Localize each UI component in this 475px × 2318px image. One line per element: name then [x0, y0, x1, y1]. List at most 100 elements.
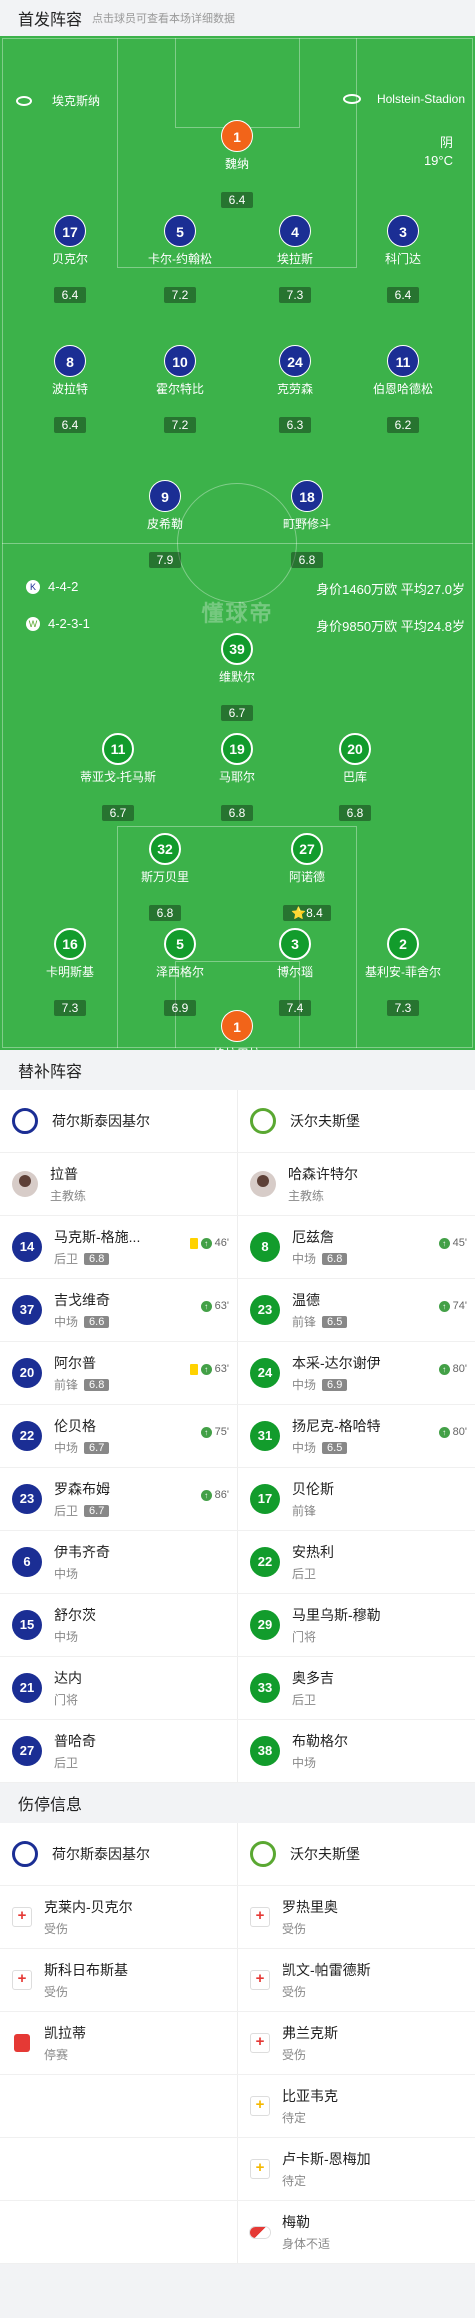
sub-player[interactable]: 23 罗森布姆 后卫 6.7 ↑ 86': [0, 1468, 237, 1530]
player-position: 后卫: [54, 1252, 79, 1266]
player-name: 魏纳: [224, 157, 249, 171]
jersey-number: 4: [279, 215, 311, 247]
player[interactable]: 18 町野修斗 6.8: [252, 480, 362, 569]
sub-player[interactable]: 21 达内 门将: [0, 1657, 237, 1719]
sub-player[interactable]: 17 贝伦斯 前锋: [237, 1468, 475, 1530]
rating-value: 7.3: [394, 1001, 412, 1015]
player-info: 伊韦齐奇 中场: [54, 1542, 110, 1582]
sub-player[interactable]: 22 安热利 后卫: [237, 1531, 475, 1593]
player-rating: 6.3: [278, 417, 312, 433]
player-rating: 7.3: [278, 287, 312, 303]
sub-player[interactable]: 23 温德 前锋 6.5 ↑ 74': [237, 1279, 475, 1341]
rating-value: 6.4: [61, 288, 79, 302]
player[interactable]: 16 卡明斯基 7.3: [15, 928, 125, 1017]
player[interactable]: 32 斯万贝里 6.8: [110, 833, 220, 922]
player-info: 凯文-帕雷德斯 受伤: [282, 1960, 371, 2000]
injured-player[interactable]: 比亚韦克待定: [237, 2075, 475, 2137]
subs-teams-row: 荷尔斯泰因基尔 沃尔夫斯堡: [0, 1090, 475, 1153]
player[interactable]: 17 贝克尔 6.4: [15, 215, 125, 304]
sub-player[interactable]: 14 马克斯-格施... 后卫 6.8 ↑ 46': [0, 1216, 237, 1278]
player-name: 博尔瑙: [276, 965, 313, 979]
player[interactable]: 11 伯恩哈德松 6.2: [348, 345, 458, 434]
player[interactable]: 39 维默尔 6.7: [182, 633, 292, 722]
yellow-card-icon: [189, 1363, 198, 1375]
player[interactable]: 1格拉巴拉7.7: [182, 1010, 292, 1050]
player-name: 吉戈维奇: [54, 1292, 110, 1308]
player-rating: 6.7: [220, 705, 254, 721]
home-formation: K 4-4-2: [26, 579, 78, 594]
player-rating: 6.4: [386, 287, 420, 303]
sub-in: ↑ 80': [438, 1363, 467, 1375]
sub-player[interactable]: 6 伊韦齐奇 中场: [0, 1531, 237, 1593]
player[interactable]: 10 霍尔特比 7.2: [125, 345, 235, 434]
yellow-card-icon: [189, 1237, 198, 1249]
sub-row: 37 吉戈维奇 中场 6.6 ↑ 63' 23 温德 前锋 6.5 ↑ 74': [0, 1279, 475, 1342]
injury-status: 待定: [282, 2174, 307, 2188]
player-name: 贝伦斯: [292, 1481, 334, 1497]
sub-player[interactable]: 31 扬尼克-格哈特 中场 6.5 ↑ 80': [237, 1405, 475, 1467]
jersey-number: 3: [279, 928, 311, 960]
sub-player[interactable]: 22 伦贝格 中场 6.7 ↑ 75': [0, 1405, 237, 1467]
player-position: 前锋: [292, 1504, 317, 1518]
coach-avatar: [12, 1171, 38, 1197]
injured-player[interactable]: 弗兰克斯受伤: [237, 2012, 475, 2074]
sub-player[interactable]: 24 本采-达尔谢伊 中场 6.9 ↑ 80': [237, 1342, 475, 1404]
player-rating: 6.4: [220, 192, 254, 208]
player-meta: 前锋: [292, 1502, 334, 1519]
sub-row: 23 罗森布姆 后卫 6.7 ↑ 86' 17 贝伦斯 前锋: [0, 1468, 475, 1531]
jersey-number: 23: [12, 1484, 42, 1514]
player[interactable]: 1 魏纳 6.4: [182, 120, 292, 209]
sub-player[interactable]: 20 阿尔普 前锋 6.8 ↑ 63': [0, 1342, 237, 1404]
player-name: 基利安-菲舍尔: [365, 965, 441, 979]
player[interactable]: 2 基利安-菲舍尔 7.3: [348, 928, 458, 1017]
injured-player[interactable]: 卢卡斯-恩梅加待定: [237, 2138, 475, 2200]
injured-player[interactable]: 梅勒 身体不适: [237, 2201, 475, 2263]
player-name: 本采-达尔谢伊: [292, 1355, 381, 1371]
injured-player[interactable]: 罗热里奥受伤: [237, 1886, 475, 1948]
injured-player[interactable]: [0, 2201, 237, 2263]
player[interactable]: 11 蒂亚戈-托马斯 6.7: [63, 733, 173, 822]
player[interactable]: 8 波拉特 6.4: [15, 345, 125, 434]
player[interactable]: 5 泽西格尔 6.9: [125, 928, 235, 1017]
player-info: 伦贝格 中场 6.7: [54, 1416, 110, 1456]
injured-player[interactable]: [0, 2138, 237, 2200]
injured-player[interactable]: 凯文-帕雷德斯受伤: [237, 1949, 475, 2011]
player-info: 斯科日布斯基 受伤: [44, 1960, 128, 2000]
rating-value: 7.3: [286, 288, 304, 302]
player-name: 罗森布姆: [54, 1481, 110, 1497]
sub-player[interactable]: 29 马里乌斯-穆勒 门将: [237, 1594, 475, 1656]
player-name: 卡明斯基: [45, 965, 94, 979]
player[interactable]: 24 克劳森 6.3: [240, 345, 350, 434]
player[interactable]: 9 皮希勒 7.9: [110, 480, 220, 569]
player[interactable]: 3 科门达 6.4: [348, 215, 458, 304]
injured-player[interactable]: 凯拉蒂 停赛: [0, 2012, 237, 2074]
injured-player[interactable]: [0, 2075, 237, 2137]
player-name: 斯科日布斯基: [44, 1962, 128, 1978]
player-name: 蒂亚戈-托马斯: [80, 770, 156, 784]
rating-value: 6.8: [228, 806, 246, 820]
player[interactable]: 3 博尔瑙 7.4: [240, 928, 350, 1017]
player[interactable]: 5 卡尔-约翰松 7.2: [125, 215, 235, 304]
player-rating: 6.7: [84, 1504, 110, 1517]
sub-player[interactable]: 8 厄兹詹 中场 6.8 ↑ 45': [237, 1216, 475, 1278]
player[interactable]: 27 阿诺德 ⭐8.4: [252, 833, 362, 922]
injured-player[interactable]: 斯科日布斯基受伤: [0, 1949, 237, 2011]
player-name: 马耶尔: [218, 770, 255, 784]
home-team-name: 荷尔斯泰因基尔: [52, 1846, 150, 1862]
rating-value: 6.4: [61, 418, 79, 432]
sub-player[interactable]: 37 吉戈维奇 中场 6.6 ↑ 63': [0, 1279, 237, 1341]
sub-player[interactable]: 33 奥多吉 后卫: [237, 1657, 475, 1719]
away-team-icon: W: [26, 616, 40, 631]
sub-player[interactable]: 15 舒尔茨 中场: [0, 1594, 237, 1656]
away-coach[interactable]: 哈森许特尔 主教练: [237, 1153, 475, 1215]
sub-player[interactable]: 27 普哈奇 后卫: [0, 1720, 237, 1782]
injured-player[interactable]: 克莱内-贝克尔受伤: [0, 1886, 237, 1948]
player[interactable]: 20 巴库 6.8: [300, 733, 410, 822]
player[interactable]: 4 埃拉斯 7.3: [240, 215, 350, 304]
venue-name: Holstein-Stadion: [376, 92, 465, 106]
home-coach[interactable]: 拉普 主教练: [0, 1153, 237, 1215]
jersey-number: 3: [387, 215, 419, 247]
player[interactable]: 19 马耶尔 6.8: [182, 733, 292, 822]
player-info: 弗兰克斯 受伤: [282, 2023, 338, 2063]
sub-player[interactable]: 38 布勒格尔 中场: [237, 1720, 475, 1782]
